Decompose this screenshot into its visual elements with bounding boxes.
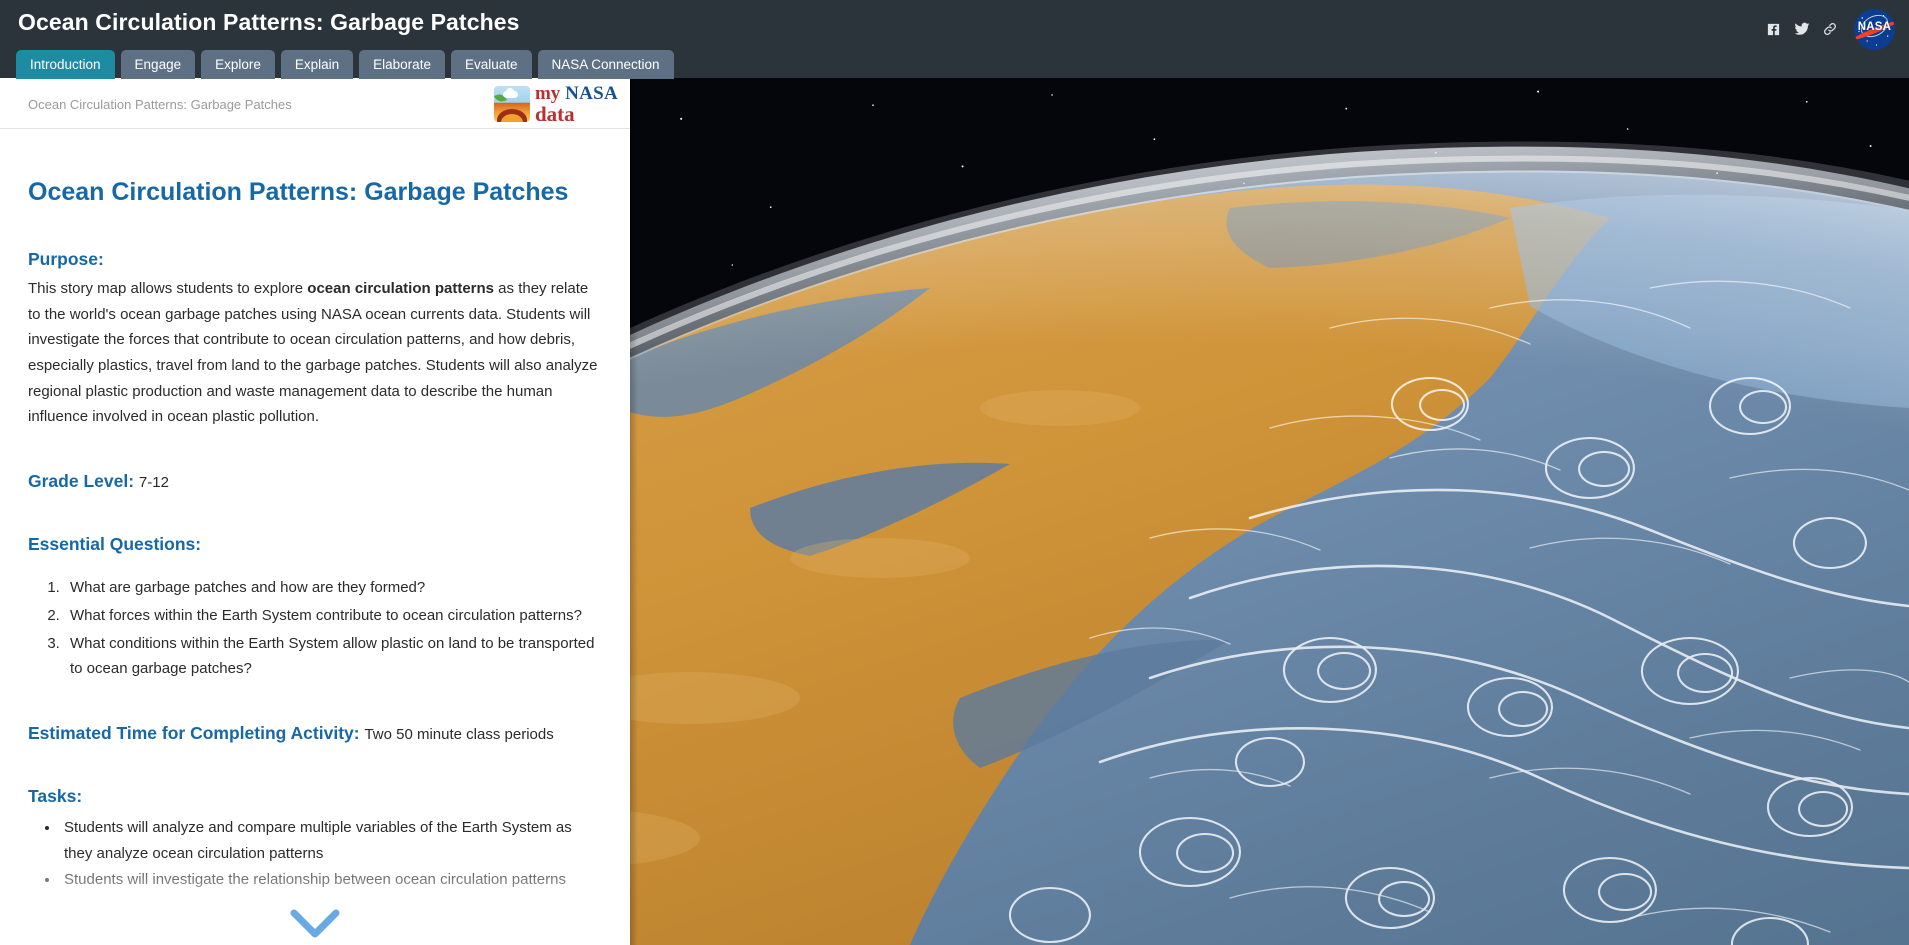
grade-level-label: Grade Level: bbox=[28, 470, 135, 491]
my-nasa-data-logo[interactable]: my NASA data bbox=[493, 83, 618, 125]
tab-explore[interactable]: Explore bbox=[201, 50, 275, 79]
tab-nasa-connection[interactable]: NASA Connection bbox=[537, 50, 674, 79]
estimated-time-heading: Estimated Time for Completing Activity: … bbox=[28, 722, 602, 746]
logo-word-my: my bbox=[534, 83, 561, 104]
list-item: Students will analyze and compare multip… bbox=[60, 815, 602, 866]
twitter-icon[interactable] bbox=[1793, 21, 1810, 38]
panel-header: Ocean Circulation Patterns: Garbage Patc… bbox=[0, 78, 630, 129]
header-tools: NASA bbox=[1765, 7, 1895, 51]
tasks-heading: Tasks: bbox=[28, 786, 83, 807]
tab-elaborate[interactable]: Elaborate bbox=[359, 50, 445, 79]
grade-level-value: 7-12 bbox=[138, 473, 169, 491]
section-tabs: Introduction Engage Explore Explain Elab… bbox=[16, 50, 674, 79]
purpose-rest: as they relate to the world's ocean garb… bbox=[28, 280, 598, 426]
my-nasa-data-icon bbox=[493, 86, 530, 122]
page-title: Ocean Circulation Patterns: Garbage Patc… bbox=[18, 9, 520, 35]
grade-level-heading: Grade Level: 7-12 bbox=[28, 470, 602, 494]
purpose-heading: Purpose: bbox=[28, 249, 104, 270]
essential-questions-heading: Essential Questions: bbox=[28, 534, 202, 555]
nasa-logo[interactable]: NASA bbox=[1854, 8, 1895, 50]
content-panel: Ocean Circulation Patterns: Garbage Patc… bbox=[0, 78, 630, 945]
earth-currents-visualization bbox=[630, 78, 1909, 945]
estimated-time-value: Two 50 minute class periods bbox=[364, 725, 554, 743]
nasa-wordmark: NASA bbox=[1857, 20, 1892, 33]
facebook-icon[interactable] bbox=[1765, 21, 1782, 38]
breadcrumb[interactable]: Ocean Circulation Patterns: Garbage Patc… bbox=[28, 97, 292, 112]
cloud-icon bbox=[502, 87, 518, 98]
article-body: Ocean Circulation Patterns: Garbage Patc… bbox=[0, 129, 630, 945]
chevron-down-icon[interactable] bbox=[286, 903, 344, 943]
purpose-paragraph: This story map allows students to explor… bbox=[28, 276, 602, 430]
link-icon[interactable] bbox=[1821, 21, 1838, 38]
list-item: What forces within the Earth System cont… bbox=[64, 603, 602, 629]
list-item: Students will investigate the relationsh… bbox=[60, 867, 602, 893]
list-item: What conditions within the Earth System … bbox=[64, 631, 602, 682]
list-item: What are garbage patches and how are the… bbox=[64, 575, 602, 601]
tab-evaluate[interactable]: Evaluate bbox=[450, 50, 532, 79]
tasks-list: Students will analyze and compare multip… bbox=[28, 815, 602, 893]
article-title: Ocean Circulation Patterns: Garbage Patc… bbox=[28, 178, 569, 206]
logo-word-nasa: NASA bbox=[565, 83, 618, 104]
tab-explain[interactable]: Explain bbox=[280, 50, 354, 79]
logo-word-data: data bbox=[534, 102, 575, 126]
my-nasa-data-wordmark: my NASA data bbox=[535, 83, 618, 125]
globe-graphic bbox=[630, 141, 1909, 945]
tab-introduction[interactable]: Introduction bbox=[16, 50, 115, 79]
purpose-lead: This story map allows students to explor… bbox=[28, 280, 308, 297]
estimated-time-label: Estimated Time for Completing Activity: bbox=[28, 722, 360, 743]
purpose-emphasis: ocean circulation patterns bbox=[307, 280, 495, 297]
tab-engage[interactable]: Engage bbox=[120, 50, 196, 79]
essential-questions-list: What are garbage patches and how are the… bbox=[28, 575, 602, 682]
